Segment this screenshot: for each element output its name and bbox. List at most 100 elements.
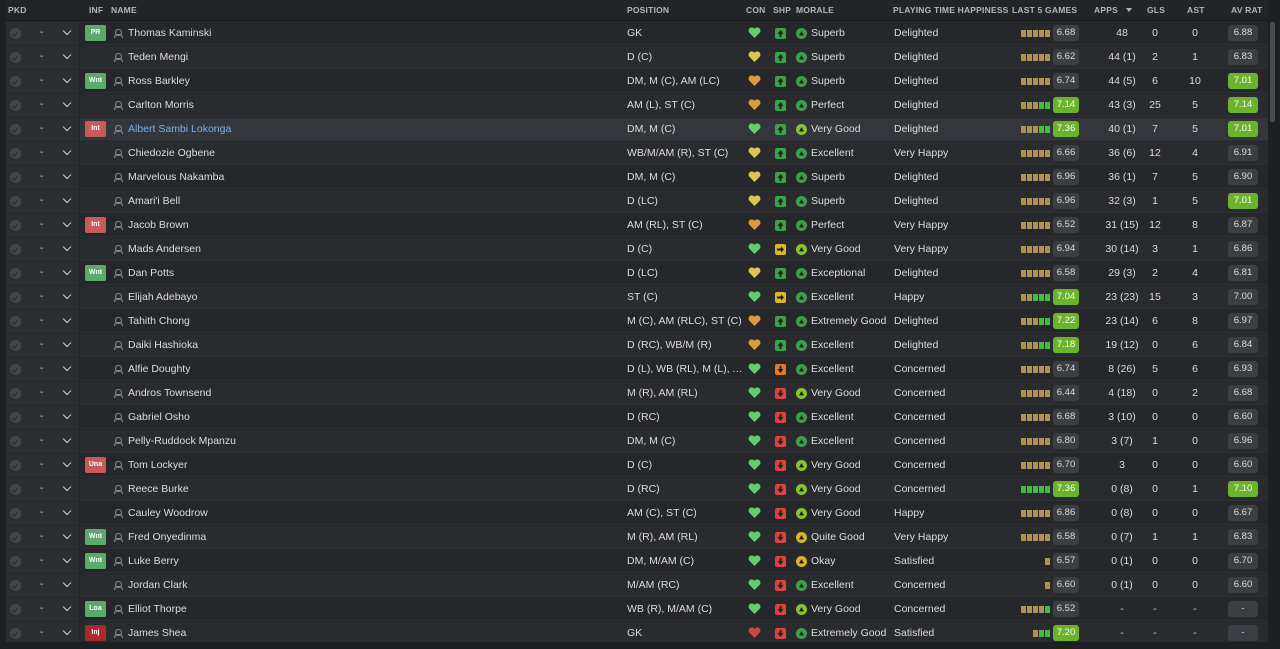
chevron-down-icon[interactable]: [62, 170, 72, 180]
player-name[interactable]: Reece Burke: [128, 483, 189, 495]
info-badge[interactable]: Loa: [85, 601, 106, 617]
player-name[interactable]: Carlton Morris: [128, 99, 194, 111]
player-name[interactable]: Cauley Woodrow: [128, 507, 208, 519]
picked-check-icon[interactable]: [10, 100, 21, 111]
chevron-down-icon[interactable]: [62, 482, 72, 492]
player-name[interactable]: Jacob Brown: [128, 219, 189, 231]
picked-check-icon[interactable]: [10, 316, 21, 327]
selection-value[interactable]: -: [40, 579, 43, 590]
selection-value[interactable]: -: [40, 603, 43, 614]
player-name[interactable]: Mads Andersen: [128, 243, 201, 255]
chevron-down-icon[interactable]: [62, 98, 72, 108]
selection-value[interactable]: -: [40, 363, 43, 374]
picked-check-icon[interactable]: [10, 484, 21, 495]
player-name[interactable]: Chiedozie Ogbene: [128, 147, 215, 159]
player-name[interactable]: Amari'i Bell: [128, 195, 180, 207]
selection-value[interactable]: -: [40, 411, 43, 422]
player-name[interactable]: Luke Berry: [128, 555, 179, 567]
info-badge[interactable]: Wnt: [85, 73, 106, 89]
chevron-down-icon[interactable]: [62, 506, 72, 516]
info-badge[interactable]: Wnt: [85, 529, 106, 545]
table-row[interactable]: - Pelly-Ruddock Mpanzu DM, M (C) Excellent C…: [6, 430, 1268, 453]
table-row[interactable]: - Andros Townsend M (R), AM (RL) Very Good C…: [6, 382, 1268, 405]
picked-check-icon[interactable]: [10, 436, 21, 447]
picked-check-icon[interactable]: [10, 556, 21, 567]
table-row[interactable]: - Alfie Doughty D (L), WB (RL), M (L), AM …: [6, 358, 1268, 381]
player-name[interactable]: Ross Barkley: [128, 75, 190, 87]
table-row[interactable]: - Int Albert Sambi Lokonga DM, M (C) Very Go…: [6, 118, 1268, 141]
selection-value[interactable]: -: [40, 387, 43, 398]
table-row[interactable]: - Wnt Fred Onyedinma M (R), AM (RL) Quite Go…: [6, 526, 1268, 549]
selection-value[interactable]: -: [40, 531, 43, 542]
col-apps[interactable]: APPS: [1094, 5, 1118, 15]
chevron-down-icon[interactable]: [62, 314, 72, 324]
info-badge[interactable]: Int: [85, 217, 106, 233]
table-row[interactable]: - Inj James Shea GK Extremely Good Satisfied 7…: [6, 622, 1268, 642]
selection-value[interactable]: -: [40, 27, 43, 38]
table-row[interactable]: - Reece Burke D (RC) Very Good Concerned 7.36…: [6, 478, 1268, 501]
chevron-down-icon[interactable]: [62, 602, 72, 612]
table-row[interactable]: - Daiki Hashioka D (RC), WB/M (R) Excellent…: [6, 334, 1268, 357]
chevron-down-icon[interactable]: [62, 386, 72, 396]
col-playing-time[interactable]: PLAYING TIME HAPPINESS: [893, 5, 1009, 15]
picked-check-icon[interactable]: [10, 220, 21, 231]
table-row[interactable]: - Wnt Dan Potts D (LC) Exceptional Delighted 6…: [6, 262, 1268, 285]
selection-value[interactable]: -: [40, 483, 43, 494]
picked-check-icon[interactable]: [10, 76, 21, 87]
selection-value[interactable]: -: [40, 507, 43, 518]
col-inf[interactable]: INF: [89, 5, 103, 15]
selection-value[interactable]: -: [40, 291, 43, 302]
selection-value[interactable]: -: [40, 459, 43, 470]
chevron-down-icon[interactable]: [62, 626, 72, 636]
selection-value[interactable]: -: [40, 555, 43, 566]
picked-check-icon[interactable]: [10, 52, 21, 63]
player-name[interactable]: Fred Onyedinma: [128, 531, 206, 543]
selection-value[interactable]: -: [40, 435, 43, 446]
player-name[interactable]: Gabriel Osho: [128, 411, 190, 423]
picked-check-icon[interactable]: [10, 412, 21, 423]
scrollbar[interactable]: [1270, 22, 1275, 122]
player-name[interactable]: Tom Lockyer: [128, 459, 188, 471]
player-name[interactable]: Elliot Thorpe: [128, 603, 187, 615]
picked-check-icon[interactable]: [10, 388, 21, 399]
picked-check-icon[interactable]: [10, 532, 21, 543]
col-avrat[interactable]: AV RAT: [1231, 5, 1263, 15]
selection-value[interactable]: -: [40, 147, 43, 158]
chevron-down-icon[interactable]: [62, 218, 72, 228]
table-row[interactable]: - Mads Andersen D (C) Very Good Very Happy 6.…: [6, 238, 1268, 261]
col-last5[interactable]: LAST 5 GAMES: [1012, 5, 1077, 15]
selection-value[interactable]: -: [40, 267, 43, 278]
picked-check-icon[interactable]: [10, 196, 21, 207]
selection-value[interactable]: -: [40, 99, 43, 110]
picked-check-icon[interactable]: [10, 508, 21, 519]
chevron-down-icon[interactable]: [62, 554, 72, 564]
player-name[interactable]: Teden Mengi: [128, 51, 188, 63]
chevron-down-icon[interactable]: [62, 50, 72, 60]
picked-check-icon[interactable]: [10, 148, 21, 159]
player-name[interactable]: Dan Potts: [128, 267, 174, 279]
info-badge[interactable]: Wnt: [85, 265, 106, 281]
table-row[interactable]: - Chiedozie Ogbene WB/M/AM (R), ST (C) Exce…: [6, 142, 1268, 165]
col-ast[interactable]: AST: [1187, 5, 1205, 15]
player-name[interactable]: Marvelous Nakamba: [128, 171, 224, 183]
col-name[interactable]: NAME: [111, 5, 137, 15]
player-name[interactable]: James Shea: [128, 627, 186, 639]
info-badge[interactable]: Wnt: [85, 553, 106, 569]
player-name[interactable]: Andros Townsend: [128, 387, 211, 399]
col-con[interactable]: CON: [746, 5, 766, 15]
table-row[interactable]: - Tahith Chong M (C), AM (RLC), ST (C) Extr…: [6, 310, 1268, 333]
picked-check-icon[interactable]: [10, 604, 21, 615]
chevron-down-icon[interactable]: [62, 458, 72, 468]
selection-value[interactable]: -: [40, 315, 43, 326]
table-row[interactable]: - Jordan Clark M/AM (RC) Excellent Concerned…: [6, 574, 1268, 597]
chevron-down-icon[interactable]: [62, 266, 72, 276]
col-position[interactable]: POSITION: [627, 5, 669, 15]
player-name[interactable]: Albert Sambi Lokonga: [128, 123, 231, 135]
table-row[interactable]: - Teden Mengi D (C) Superb Delighted 6.62 44 (…: [6, 46, 1268, 69]
col-gls[interactable]: GLS: [1147, 5, 1165, 15]
chevron-down-icon[interactable]: [62, 434, 72, 444]
table-row[interactable]: - Carlton Morris AM (L), ST (C) Perfect Deli…: [6, 94, 1268, 117]
picked-check-icon[interactable]: [10, 124, 21, 135]
player-name[interactable]: Alfie Doughty: [128, 363, 190, 375]
info-badge[interactable]: Inj: [85, 625, 106, 641]
